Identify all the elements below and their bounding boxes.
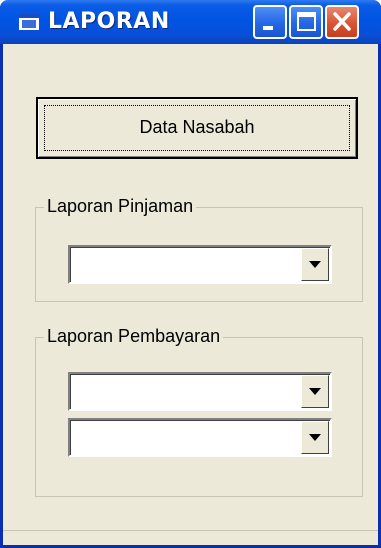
pembayaran-combo-1[interactable] [68,372,332,411]
minimize-icon [263,26,273,30]
bottom-divider [3,530,378,531]
data-nasabah-button[interactable]: Data Nasabah [36,97,358,159]
pembayaran-combo-2[interactable] [68,418,332,457]
maximize-icon [297,12,316,31]
close-button[interactable] [325,5,359,39]
window-title: LAPORAN [48,9,170,34]
chevron-down-icon [309,261,321,268]
maximize-button[interactable] [289,5,323,39]
laporan-pembayaran-group: Laporan Pembayaran [35,324,363,497]
laporan-pembayaran-legend: Laporan Pembayaran [44,324,224,348]
app-window-icon [19,14,39,30]
pinjaman-combo[interactable] [68,245,332,284]
chevron-down-icon [309,434,321,441]
close-icon [333,12,351,31]
pembayaran-dropdown-button-1[interactable] [301,375,329,408]
pembayaran-dropdown-button-2[interactable] [301,421,329,454]
laporan-window: LAPORAN Data Nasabah Laporan Pinjaman La… [0,0,381,548]
laporan-pinjaman-legend: Laporan Pinjaman [44,194,197,218]
title-bar[interactable]: LAPORAN [0,0,381,44]
data-nasabah-label: Data Nasabah [139,117,255,137]
minimize-button[interactable] [253,5,287,39]
chevron-down-icon [309,388,321,395]
pinjaman-dropdown-button[interactable] [301,248,329,281]
